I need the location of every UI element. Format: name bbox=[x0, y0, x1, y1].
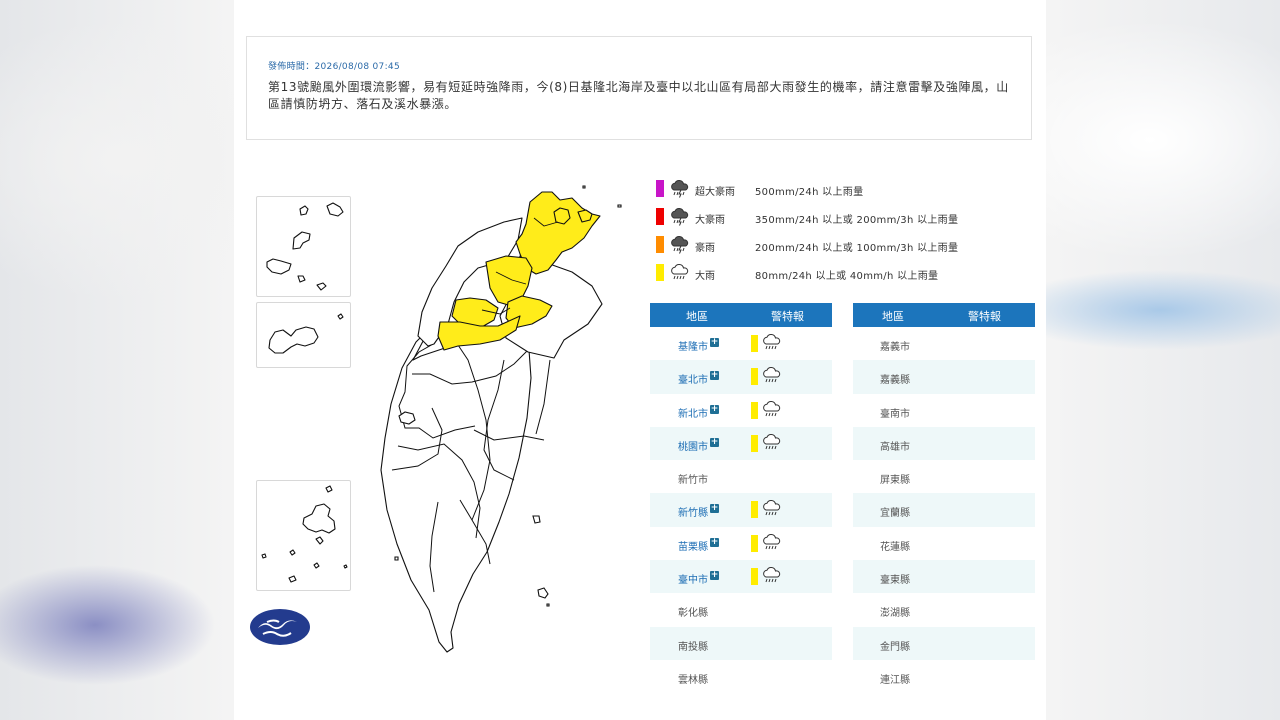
table-row: 花蓮縣 bbox=[853, 527, 1035, 560]
warning-level-bar bbox=[751, 335, 758, 352]
legend-swatch bbox=[656, 208, 664, 225]
table-row: 臺中市 + bbox=[650, 560, 832, 594]
table-row: 澎湖縣 bbox=[853, 593, 1035, 626]
region-name[interactable]: 新北市 bbox=[678, 405, 708, 420]
legend-description: 500mm/24h 以上雨量 bbox=[755, 187, 864, 198]
region-name: 連江縣 bbox=[880, 674, 910, 686]
legend-row: 超大豪雨 500mm/24h 以上雨量 bbox=[654, 180, 1034, 198]
region-table-left: 地區 警特報 基隆市 + 臺北市 + 新北市 + 桃園市 + 新竹市 新竹縣 + 苗栗縣 + 臺中市 + 彰化… bbox=[650, 303, 832, 693]
table-row: 嘉義市 bbox=[853, 327, 1035, 360]
table-row: 高雄市 bbox=[853, 426, 1035, 461]
region-name: 臺東縣 bbox=[880, 575, 910, 587]
header-warning: 警特報 bbox=[968, 310, 1001, 323]
cwa-logo bbox=[250, 609, 310, 645]
region-name: 南投縣 bbox=[678, 641, 708, 653]
legend-row: 大雨 80mm/24h 以上或 40mm/h 以上雨量 bbox=[654, 264, 1034, 282]
legend-description: 200mm/24h 以上或 100mm/3h 以上雨量 bbox=[755, 243, 959, 254]
region-name: 彰化縣 bbox=[678, 608, 708, 620]
region-name[interactable]: 桃園市 bbox=[678, 438, 708, 453]
region-table-right: 地區 警特報 嘉義市嘉義縣臺南市高雄市屏東縣宜蘭縣花蓮縣臺東縣澎湖縣金門縣連江縣 bbox=[853, 303, 1035, 693]
legend-name: 大豪雨 bbox=[695, 215, 725, 226]
warning-level-bar bbox=[751, 501, 758, 519]
legend-row: 大豪雨 350mm/24h 以上或 200mm/3h 以上雨量 bbox=[654, 208, 1034, 226]
legend-swatch bbox=[656, 236, 664, 253]
region-name: 金門縣 bbox=[880, 641, 910, 653]
region-name: 嘉義市 bbox=[880, 342, 910, 353]
expand-plus-icon[interactable]: + bbox=[710, 338, 719, 347]
legend-swatch bbox=[656, 264, 664, 281]
region-name: 雲林縣 bbox=[678, 674, 708, 686]
rain-cloud-icon bbox=[762, 567, 782, 586]
warning-page: 發佈時間：2026/08/08 07:45 第13號颱風外圍環流影響，易有短延時… bbox=[234, 0, 1046, 720]
header-region: 地區 bbox=[686, 310, 708, 323]
table-row: 嘉義縣 bbox=[853, 360, 1035, 394]
warning-level-bar bbox=[751, 368, 758, 386]
table-row: 宜蘭縣 bbox=[853, 493, 1035, 527]
region-name: 臺南市 bbox=[880, 408, 910, 420]
region-name: 嘉義縣 bbox=[880, 375, 910, 387]
warning-level-bar bbox=[751, 401, 758, 419]
expand-plus-icon[interactable]: + bbox=[710, 404, 719, 414]
rain-cloud-icon bbox=[762, 334, 782, 353]
table-row: 臺北市 + bbox=[650, 360, 832, 394]
legend-description: 350mm/24h 以上或 200mm/3h 以上雨量 bbox=[755, 215, 959, 226]
table-row: 臺東縣 bbox=[853, 560, 1035, 594]
heavy-rain-lightning-icon bbox=[670, 236, 690, 254]
rain-cloud-icon bbox=[762, 533, 782, 553]
region-name[interactable]: 新竹縣 bbox=[678, 504, 708, 519]
table-row: 金門縣 bbox=[853, 626, 1035, 660]
region-name[interactable]: 臺中市 bbox=[678, 571, 708, 586]
region-name[interactable]: 苗栗縣 bbox=[678, 538, 708, 553]
region-name: 宜蘭縣 bbox=[880, 508, 910, 520]
warning-level-bar bbox=[751, 434, 758, 452]
table-row: 雲林縣 bbox=[650, 660, 832, 693]
table-row: 新北市 + bbox=[650, 394, 832, 427]
region-name[interactable]: 臺北市 bbox=[678, 371, 708, 386]
warning-level-bar bbox=[751, 534, 758, 552]
header-region: 地區 bbox=[882, 310, 904, 323]
expand-plus-icon[interactable]: + bbox=[710, 371, 719, 381]
table-row: 屏東縣 bbox=[853, 460, 1035, 493]
heavy-rain-lightning-icon bbox=[670, 208, 690, 226]
rain-cloud-icon bbox=[762, 500, 782, 519]
table-row: 連江縣 bbox=[853, 660, 1035, 693]
table-row: 基隆市 + bbox=[650, 327, 832, 360]
table-row: 臺南市 bbox=[853, 394, 1035, 427]
region-name: 屏東縣 bbox=[880, 475, 910, 487]
rain-cloud-icon bbox=[762, 367, 782, 386]
legend-swatch bbox=[656, 180, 664, 197]
legend-row: 豪雨 200mm/24h 以上或 100mm/3h 以上雨量 bbox=[654, 236, 1034, 254]
legend-description: 80mm/24h 以上或 40mm/h 以上雨量 bbox=[755, 271, 939, 282]
header-warning: 警特報 bbox=[771, 310, 804, 323]
table-row: 彰化縣 bbox=[650, 593, 832, 626]
expand-plus-icon[interactable]: + bbox=[710, 504, 719, 514]
expand-plus-icon[interactable]: + bbox=[710, 537, 719, 547]
table-row: 新竹縣 + bbox=[650, 493, 832, 527]
legend-name: 超大豪雨 bbox=[695, 187, 735, 198]
table-header: 地區 警特報 bbox=[853, 303, 1035, 327]
rain-cloud-icon bbox=[762, 433, 782, 453]
table-header: 地區 警特報 bbox=[650, 303, 832, 327]
region-name[interactable]: 基隆市 bbox=[678, 338, 708, 353]
table-row: 苗栗縣 + bbox=[650, 527, 832, 560]
expand-plus-icon[interactable]: + bbox=[710, 437, 719, 447]
region-name: 花蓮縣 bbox=[880, 541, 910, 553]
legend-name: 豪雨 bbox=[695, 243, 715, 254]
table-row: 南投縣 bbox=[650, 626, 832, 660]
rain-cloud-icon bbox=[670, 264, 690, 282]
expand-plus-icon[interactable]: + bbox=[710, 571, 719, 581]
table-row: 桃園市 + bbox=[650, 426, 832, 461]
warning-level-bar bbox=[751, 568, 758, 586]
region-name: 新竹市 bbox=[678, 475, 708, 487]
legend-name: 大雨 bbox=[695, 271, 715, 282]
region-name: 澎湖縣 bbox=[880, 608, 910, 620]
heavy-rain-lightning-icon bbox=[670, 180, 690, 198]
table-row: 新竹市 bbox=[650, 460, 832, 493]
region-name: 高雄市 bbox=[880, 441, 910, 453]
rain-cloud-icon bbox=[762, 400, 782, 420]
